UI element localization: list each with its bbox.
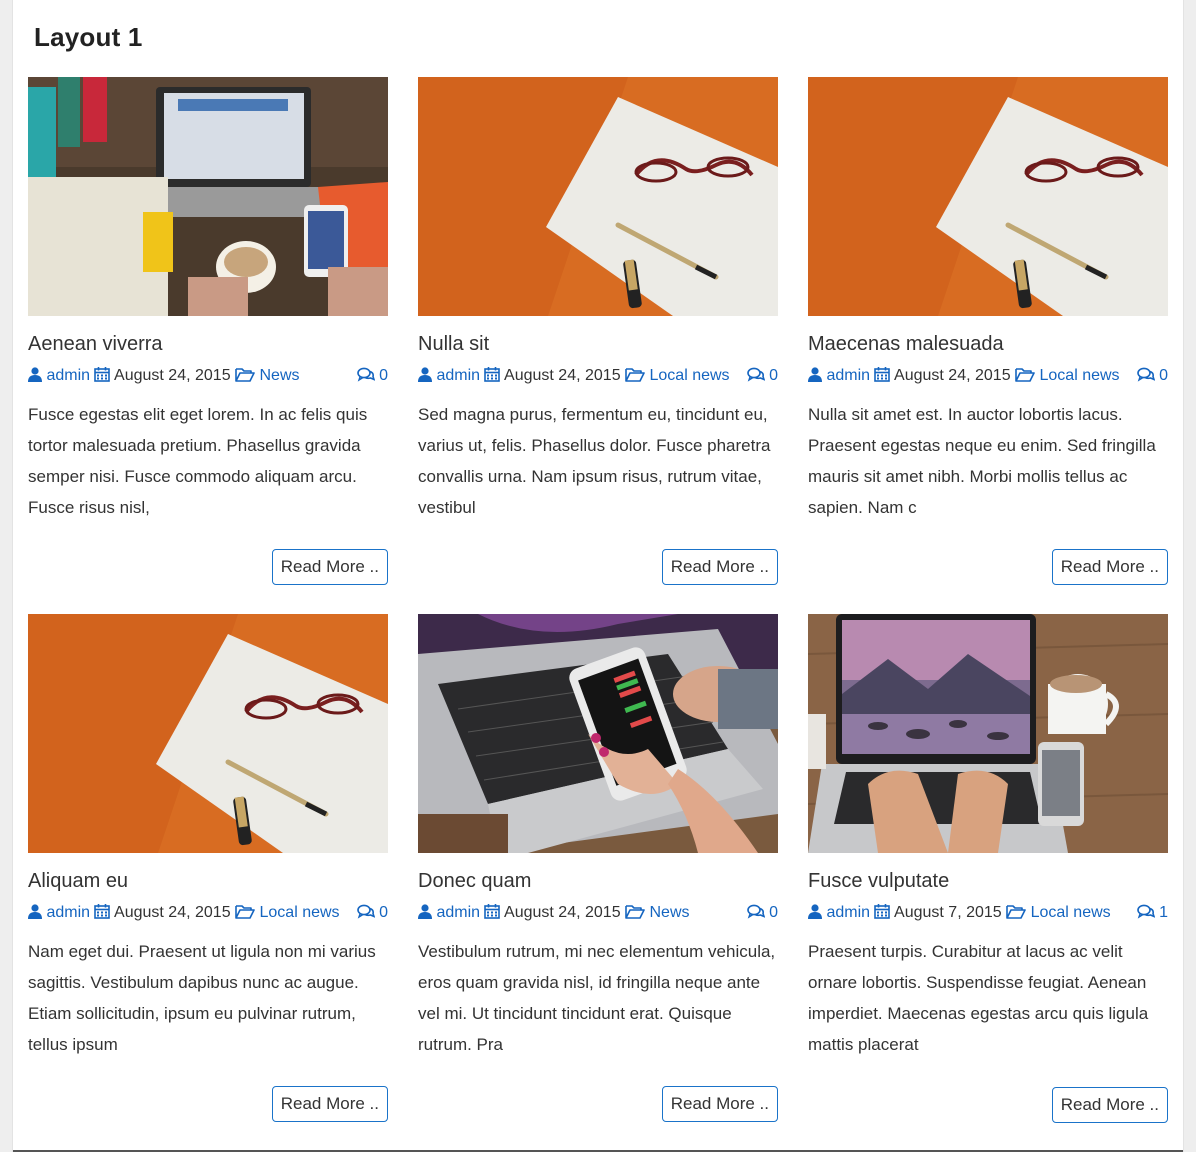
folder-open-icon — [1015, 368, 1035, 382]
post-title[interactable]: Aliquam eu — [28, 869, 388, 893]
post-author[interactable]: admin — [46, 367, 90, 384]
post-category[interactable]: Local news — [1040, 367, 1120, 384]
folder-open-icon — [235, 368, 255, 382]
post-card: Donec quam admin August 24, 2015 News 0 … — [418, 614, 778, 1122]
post-comments[interactable]: 0 — [746, 903, 778, 923]
post-comments[interactable]: 0 — [746, 366, 778, 386]
post-thumbnail[interactable] — [28, 77, 388, 316]
post-author[interactable]: admin — [436, 367, 480, 384]
comment-count: 0 — [379, 904, 388, 921]
post-date: August 24, 2015 — [504, 904, 621, 921]
calendar-icon — [94, 367, 111, 382]
post-card: Fusce vulputate admin August 7, 2015 Loc… — [808, 614, 1168, 1123]
post-date: August 24, 2015 — [114, 904, 231, 921]
calendar-icon — [874, 904, 891, 919]
user-icon — [418, 904, 432, 919]
post-meta: admin August 24, 2015 Local news 0 — [808, 366, 1168, 386]
post-title[interactable]: Maecenas malesuada — [808, 332, 1168, 356]
post-category[interactable]: Local news — [260, 904, 340, 921]
user-icon — [418, 367, 432, 382]
read-more-button[interactable]: Read More .. — [271, 549, 388, 585]
section-title: Layout 1 — [34, 22, 143, 52]
read-more-button[interactable]: Read More .. — [661, 1086, 778, 1122]
post-date: August 24, 2015 — [504, 367, 621, 384]
post-excerpt: Sed magna purus, fermentum eu, tincidunt… — [418, 405, 771, 517]
comments-icon — [746, 367, 765, 382]
calendar-icon — [484, 904, 501, 919]
comments-icon — [356, 367, 375, 382]
read-more-button[interactable]: Read More .. — [661, 549, 778, 585]
comment-count: 0 — [769, 367, 778, 384]
post-comments[interactable]: 1 — [1136, 903, 1168, 923]
post-card: Nulla sit admin August 24, 2015 Local ne… — [418, 77, 778, 585]
post-category[interactable]: News — [260, 367, 300, 384]
post-thumbnail[interactable] — [808, 614, 1168, 853]
post-date: August 24, 2015 — [894, 367, 1011, 384]
folder-open-icon — [625, 368, 645, 382]
post-meta: admin August 7, 2015 Local news 1 — [808, 903, 1168, 923]
post-thumbnail[interactable] — [808, 77, 1168, 316]
comments-icon — [1136, 367, 1155, 382]
post-meta: admin August 24, 2015 News 0 — [418, 903, 778, 923]
post-card: Aenean viverra admin August 24, 2015 New… — [28, 77, 388, 585]
post-author[interactable]: admin — [46, 904, 90, 921]
user-icon — [808, 367, 822, 382]
post-meta: admin August 24, 2015 News 0 — [28, 366, 388, 386]
folder-open-icon — [1006, 905, 1026, 919]
calendar-icon — [484, 367, 501, 382]
post-author[interactable]: admin — [826, 904, 870, 921]
post-meta: admin August 24, 2015 Local news 0 — [418, 366, 778, 386]
comments-icon — [746, 904, 765, 919]
user-icon — [28, 904, 42, 919]
post-title[interactable]: Aenean viverra — [28, 332, 388, 356]
post-category[interactable]: News — [650, 904, 690, 921]
post-category[interactable]: Local news — [1031, 904, 1111, 921]
comment-count: 0 — [769, 904, 778, 921]
post-title[interactable]: Fusce vulputate — [808, 869, 1168, 893]
read-more-button[interactable]: Read More .. — [1051, 1087, 1168, 1123]
post-excerpt: Nulla sit amet est. In auctor lobortis l… — [808, 405, 1156, 517]
post-author[interactable]: admin — [436, 904, 480, 921]
post-meta: admin August 24, 2015 Local news 0 — [28, 903, 388, 923]
post-comments[interactable]: 0 — [1136, 366, 1168, 386]
post-thumbnail[interactable] — [418, 77, 778, 316]
post-date: August 7, 2015 — [894, 904, 1002, 921]
post-excerpt: Fusce egestas elit eget lorem. In ac fel… — [28, 405, 368, 517]
user-icon — [28, 367, 42, 382]
comments-icon — [1136, 904, 1155, 919]
read-more-button[interactable]: Read More .. — [1051, 549, 1168, 585]
folder-open-icon — [235, 905, 255, 919]
post-thumbnail[interactable] — [28, 614, 388, 853]
post-card: Aliquam eu admin August 24, 2015 Local n… — [28, 614, 388, 1122]
post-card: Maecenas malesuada admin August 24, 2015… — [808, 77, 1168, 585]
post-comments[interactable]: 0 — [356, 366, 388, 386]
read-more-button[interactable]: Read More .. — [271, 1086, 388, 1122]
calendar-icon — [94, 904, 111, 919]
comment-count: 0 — [379, 367, 388, 384]
post-author[interactable]: admin — [826, 367, 870, 384]
comment-count: 1 — [1159, 904, 1168, 921]
post-excerpt: Praesent turpis. Curabitur at lacus ac v… — [808, 942, 1149, 1054]
comment-count: 0 — [1159, 367, 1168, 384]
post-excerpt: Vestibulum rutrum, mi nec elementum vehi… — [418, 942, 776, 1054]
post-date: August 24, 2015 — [114, 367, 231, 384]
folder-open-icon — [625, 905, 645, 919]
comments-icon — [356, 904, 375, 919]
user-icon — [808, 904, 822, 919]
post-category[interactable]: Local news — [650, 367, 730, 384]
content-panel: Layout 1 Aenean viverra admin August 24,… — [12, 0, 1184, 1152]
post-title[interactable]: Donec quam — [418, 869, 778, 893]
post-title[interactable]: Nulla sit — [418, 332, 778, 356]
post-thumbnail[interactable] — [418, 614, 778, 853]
calendar-icon — [874, 367, 891, 382]
post-comments[interactable]: 0 — [356, 903, 388, 923]
post-excerpt: Nam eget dui. Praesent ut ligula non mi … — [28, 942, 376, 1054]
